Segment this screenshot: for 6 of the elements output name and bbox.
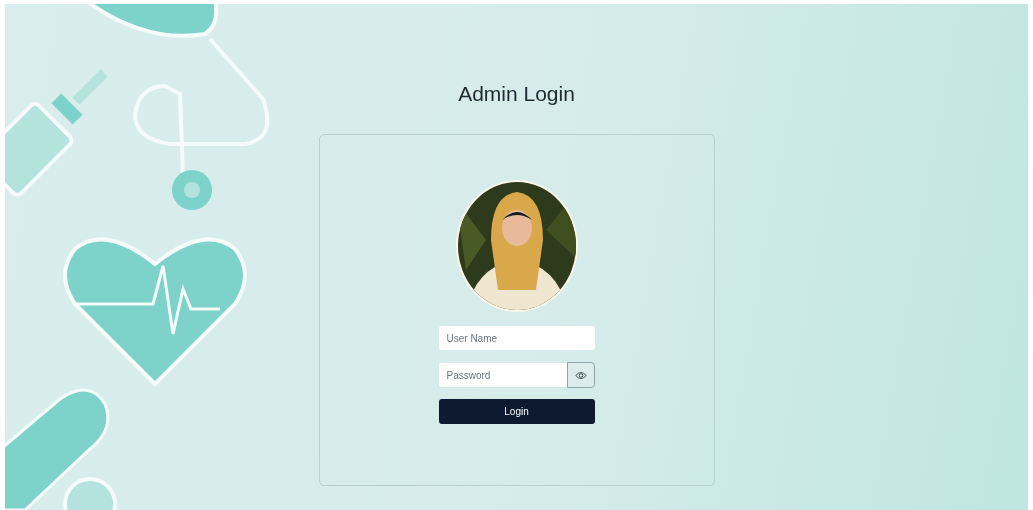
show-password-button[interactable]	[566, 362, 595, 388]
password-field[interactable]: Password	[438, 363, 567, 387]
login-button[interactable]: Login	[438, 399, 595, 424]
page-title: Admin Login	[458, 82, 575, 106]
eye-icon	[574, 370, 587, 380]
username-field[interactable]: User Name	[438, 326, 595, 350]
